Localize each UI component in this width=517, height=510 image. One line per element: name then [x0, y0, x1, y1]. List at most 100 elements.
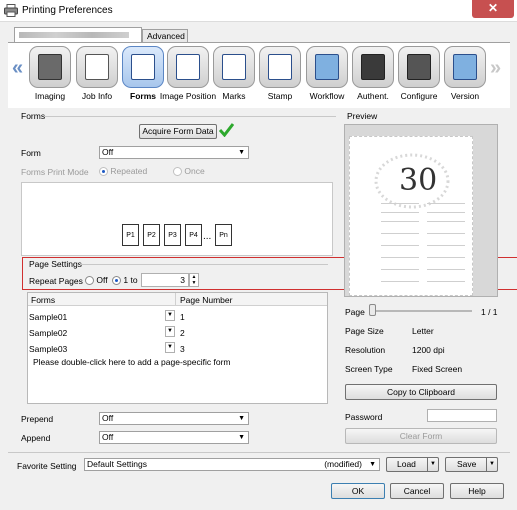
chevron-down-icon[interactable]: ▼ [165, 310, 175, 321]
grid-row-2-page[interactable]: 2 [180, 328, 185, 338]
preview-text-line [427, 269, 465, 270]
tab-name-redacted [19, 31, 129, 38]
grid-header [28, 293, 327, 306]
toolbar-forms[interactable] [122, 46, 164, 88]
repeat-pages-spinner[interactable]: ▲ ▼ [189, 273, 199, 287]
load-button-label: Load [397, 459, 416, 469]
imaging-icon [38, 54, 62, 80]
preview-text-line [427, 233, 465, 234]
toolbar-version[interactable] [444, 46, 486, 88]
repeat-range-label: 1 to [123, 275, 138, 285]
toolbar-image-position[interactable] [167, 46, 209, 88]
forms-section-rule [44, 116, 336, 117]
append-label: Append [21, 433, 51, 443]
page-icon-p4: P4 [185, 224, 202, 246]
grid-col-page-number: Page Number [180, 295, 233, 305]
page-icon-p1: P1 [122, 224, 139, 246]
mode-repeated-radio[interactable]: Repeated [99, 166, 147, 177]
page-ellipsis: ... [203, 231, 212, 242]
append-select-value: Off [102, 432, 114, 442]
forms-page-grid[interactable] [27, 292, 328, 404]
page-icon-pn: Pn [215, 224, 232, 246]
tab-ps[interactable]: PS [14, 27, 142, 52]
toolbar-stamp[interactable] [259, 46, 301, 88]
grid-row-1-form[interactable]: Sample01 [29, 312, 67, 322]
grid-add-hint[interactable]: Please double-click here to add a page-s… [33, 357, 231, 367]
form-select-value: Off [102, 147, 114, 157]
page-size-label: Page Size [345, 326, 384, 336]
forms-print-mode-label: Forms Print Mode [21, 167, 89, 177]
repeat-pages-label: Repeat Pages [29, 276, 83, 286]
grid-row-3-form[interactable]: Sample03 [29, 344, 67, 354]
chevron-down-icon: ▼ [369, 461, 376, 468]
chevron-down-icon: ▼ [238, 434, 245, 441]
repeat-range-radio[interactable]: 1 to [112, 275, 138, 286]
chevron-down-icon[interactable]: ▼ [486, 458, 497, 471]
prepend-select[interactable]: Off ▼ [99, 412, 249, 425]
preview-text-line [427, 245, 465, 246]
repeat-off-radio[interactable]: Off [85, 275, 108, 286]
preview-text-line [381, 221, 419, 222]
toolbar-workflow[interactable] [306, 46, 348, 88]
preview-text-line [381, 212, 419, 213]
mode-once-label: Once [184, 166, 205, 176]
preview-section-title: Preview [347, 111, 378, 121]
footer-divider [8, 452, 510, 453]
load-button[interactable]: Load ▼ [386, 457, 439, 472]
close-button[interactable]: ✕ [472, 0, 514, 18]
forms-icon [131, 54, 155, 80]
job-info-icon [85, 54, 109, 80]
page-settings-rule [80, 264, 328, 265]
radio-icon [173, 167, 182, 177]
preview-text-line [381, 257, 419, 258]
toolbar-imaging[interactable] [29, 46, 71, 88]
chevron-down-icon[interactable]: ▼ [165, 342, 175, 353]
preview-text-line [381, 233, 419, 234]
form-label: Form [21, 148, 41, 158]
workflow-icon [315, 54, 339, 80]
radio-icon [99, 167, 108, 177]
stamp-icon [268, 54, 292, 80]
toolbar-configure[interactable] [398, 46, 440, 88]
forms-section-title: Forms [21, 111, 46, 121]
acquire-form-data-button[interactable]: Acquire Form Data [139, 124, 217, 139]
mode-once-radio[interactable]: Once [173, 166, 205, 177]
page-slider-track[interactable] [372, 310, 472, 312]
checkmark-icon [219, 123, 234, 137]
ok-button[interactable]: OK [331, 483, 385, 499]
grid-row-3-page[interactable]: 3 [180, 344, 185, 354]
form-select[interactable]: Off ▼ [99, 146, 249, 159]
help-button[interactable]: Help [450, 483, 504, 499]
prev-categories-arrow[interactable]: « [12, 57, 23, 80]
favorite-setting-select[interactable]: Default Settings (modified) ▼ [84, 458, 380, 471]
password-label: Password [345, 412, 383, 422]
password-field[interactable] [427, 409, 497, 422]
chevron-down-icon[interactable]: ▼ [165, 326, 175, 337]
toolbar-authentication[interactable] [352, 46, 394, 88]
save-button-label: Save [457, 459, 477, 469]
chevron-down-icon: ▼ [238, 149, 245, 156]
preview-text-line [381, 281, 419, 282]
chevron-down-icon: ▼ [238, 415, 245, 422]
page-slider-thumb[interactable] [369, 304, 376, 316]
favorite-setting-value: Default Settings [87, 459, 148, 469]
append-select[interactable]: Off ▼ [99, 431, 249, 444]
save-button[interactable]: Save ▼ [445, 457, 498, 472]
preview-text-line [381, 203, 419, 204]
next-categories-arrow[interactable]: » [490, 57, 501, 80]
tab-advanced[interactable]: Advanced [142, 29, 188, 43]
toolbar-marks[interactable] [213, 46, 255, 88]
clear-form-button[interactable]: Clear Form [345, 428, 497, 444]
chevron-down-icon[interactable]: ▼ [427, 458, 438, 471]
page-icon-p2: P2 [143, 224, 160, 246]
cancel-button[interactable]: Cancel [390, 483, 444, 499]
repeat-pages-input[interactable]: 3 [141, 273, 189, 287]
preview-text-line [381, 245, 419, 246]
favorite-setting-label: Favorite Setting [17, 461, 77, 471]
grid-row-1-page[interactable]: 1 [180, 312, 185, 322]
copy-to-clipboard-button[interactable]: Copy to Clipboard [345, 384, 497, 400]
toolbar-job-info[interactable] [76, 46, 118, 88]
window-title: Printing Preferences [22, 5, 113, 16]
preview-text-line [427, 212, 465, 213]
grid-row-2-form[interactable]: Sample02 [29, 328, 67, 338]
